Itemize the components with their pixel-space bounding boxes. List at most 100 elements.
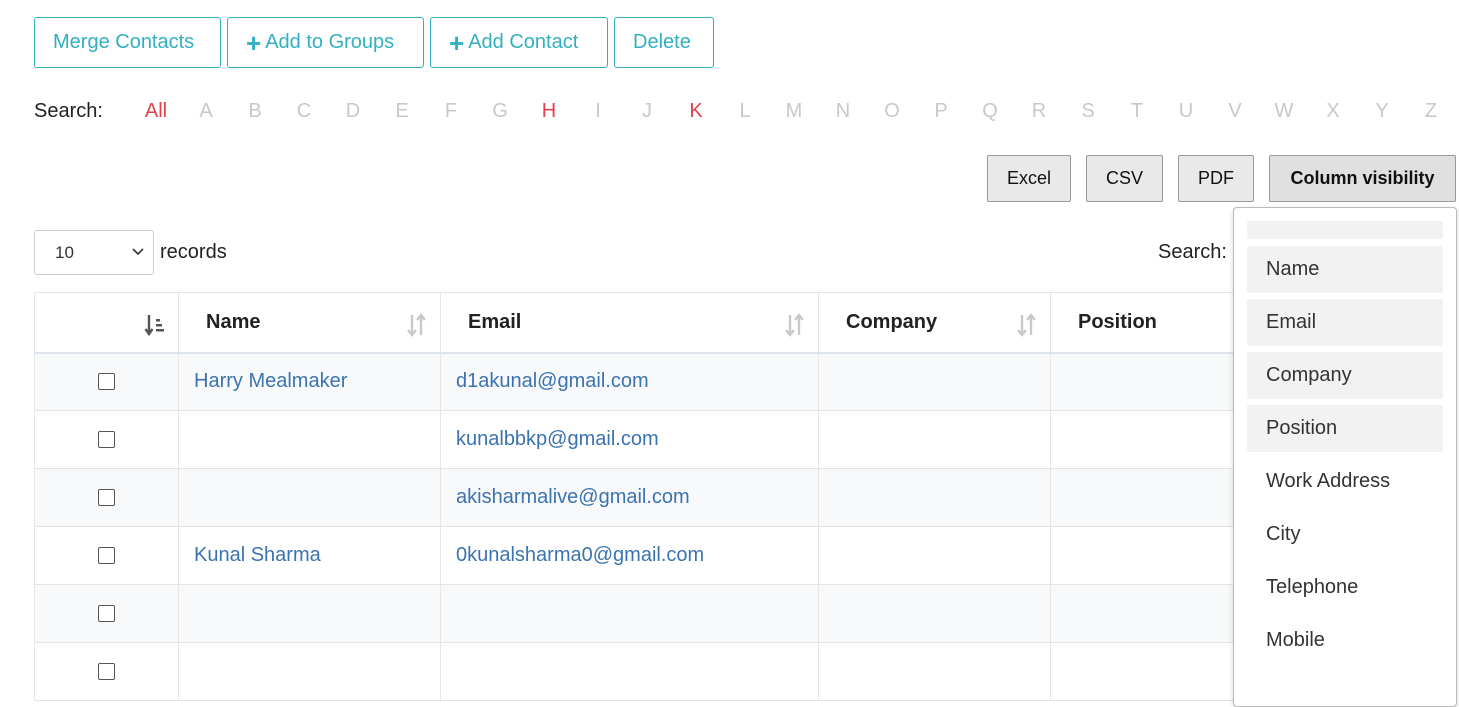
alphabet-filter-j[interactable]: J — [635, 100, 659, 123]
alphabet-filter-f[interactable]: F — [439, 100, 463, 123]
cell-company — [818, 352, 1051, 411]
row-select-checkbox[interactable] — [98, 431, 115, 449]
alphabet-search-label: Search: — [34, 100, 103, 122]
csv-export-button[interactable]: CSV — [1086, 155, 1163, 202]
column-header-email-label: Email — [468, 310, 522, 333]
colvis-item-name[interactable]: Name — [1247, 246, 1443, 293]
sort-ascending-icon — [144, 315, 164, 337]
alphabet-filter-h[interactable]: H — [537, 100, 561, 123]
sort-icon — [1017, 313, 1036, 337]
table-row — [34, 642, 1271, 701]
select-column-header[interactable] — [34, 292, 179, 354]
cell-company — [818, 410, 1051, 469]
table-row — [34, 584, 1271, 643]
alphabet-filter-n[interactable]: N — [831, 100, 855, 123]
alphabet-filter: Search: All A B C D E F G H I J K L M N O P Q R S T U V W X Y Z — [34, 100, 1444, 126]
cell-name[interactable]: Kunal Sharma — [178, 526, 441, 585]
cell-email[interactable]: 0kunalsharma0@gmail.com — [440, 526, 819, 585]
alphabet-filter-i[interactable]: I — [586, 100, 610, 123]
add-to-groups-label: Add to Groups — [265, 31, 395, 53]
colvis-item-position[interactable]: Position — [1247, 405, 1443, 452]
alphabet-filter-k[interactable]: K — [684, 100, 708, 123]
plus-icon: + — [246, 27, 262, 58]
alphabet-filter-g[interactable]: G — [488, 100, 512, 123]
alphabet-filter-all[interactable]: All — [144, 100, 168, 123]
row-select-cell — [34, 352, 179, 411]
column-header-company-label: Company — [846, 310, 938, 333]
table-search-label: Search: — [1158, 241, 1227, 263]
alphabet-filter-e[interactable]: E — [390, 100, 414, 123]
alphabet-filter-b[interactable]: B — [243, 100, 267, 123]
row-select-checkbox[interactable] — [98, 547, 115, 565]
colvis-item-work-address[interactable]: Work Address — [1247, 458, 1443, 505]
alphabet-filter-o[interactable]: O — [880, 100, 904, 123]
alphabet-filter-q[interactable]: Q — [978, 100, 1002, 123]
cell-email[interactable]: akisharmalive@gmail.com — [440, 468, 819, 527]
cell-email[interactable] — [440, 584, 819, 643]
row-select-checkbox[interactable] — [98, 489, 115, 507]
excel-export-label: Excel — [1006, 168, 1051, 188]
alphabet-filter-m[interactable]: M — [782, 100, 806, 123]
cell-email[interactable]: d1akunal@gmail.com — [440, 352, 819, 411]
cell-company — [818, 584, 1051, 643]
cell-email[interactable]: kunalbbkp@gmail.com — [440, 410, 819, 469]
row-select-cell — [34, 642, 179, 701]
cell-company — [818, 468, 1051, 527]
alphabet-filter-a[interactable]: A — [194, 100, 218, 123]
cell-name[interactable] — [178, 584, 441, 643]
colvis-item-city[interactable]: City — [1247, 511, 1443, 558]
cell-company — [818, 526, 1051, 585]
alphabet-filter-x[interactable]: X — [1321, 100, 1345, 123]
alphabet-filter-v[interactable]: V — [1223, 100, 1247, 123]
action-toolbar: Merge Contacts + Add to Groups + Add Con… — [34, 17, 714, 68]
row-select-checkbox[interactable] — [98, 373, 115, 391]
alphabet-filter-u[interactable]: U — [1174, 100, 1198, 123]
alphabet-filter-d[interactable]: D — [341, 100, 365, 123]
menu-top-spacer — [1247, 221, 1443, 239]
column-header-name[interactable]: Name — [178, 292, 441, 354]
add-to-groups-button[interactable]: + Add to Groups — [227, 17, 424, 68]
plus-icon: + — [449, 27, 465, 58]
records-per-page-select[interactable]: 10 — [34, 230, 154, 275]
alphabet-filter-l[interactable]: L — [733, 100, 757, 123]
alphabet-filter-s[interactable]: S — [1076, 100, 1100, 123]
merge-contacts-label: Merge Contacts — [53, 31, 195, 53]
cell-name[interactable] — [178, 468, 441, 527]
colvis-item-email[interactable]: Email — [1247, 299, 1443, 346]
delete-label: Delete — [633, 31, 691, 53]
colvis-item-mobile[interactable]: Mobile — [1247, 617, 1443, 664]
row-select-cell — [34, 584, 179, 643]
alphabet-filter-c[interactable]: C — [292, 100, 316, 123]
records-per-page-value: 10 — [55, 242, 74, 262]
table-header-row: Name Email Company Position — [34, 292, 1271, 354]
row-select-checkbox[interactable] — [98, 663, 115, 681]
column-header-name-label: Name — [206, 310, 261, 333]
alphabet-filter-w[interactable]: W — [1272, 100, 1296, 123]
colvis-item-telephone[interactable]: Telephone — [1247, 564, 1443, 611]
cell-email[interactable] — [440, 642, 819, 701]
alphabet-filter-r[interactable]: R — [1027, 100, 1051, 123]
delete-button[interactable]: Delete — [614, 17, 714, 68]
cell-name[interactable] — [178, 642, 441, 701]
pdf-export-label: PDF — [1198, 168, 1234, 188]
excel-export-button[interactable]: Excel — [987, 155, 1071, 202]
colvis-item-company[interactable]: Company — [1247, 352, 1443, 399]
pdf-export-button[interactable]: PDF — [1178, 155, 1254, 202]
cell-company — [818, 642, 1051, 701]
cell-name[interactable] — [178, 410, 441, 469]
add-contact-label: Add Contact — [468, 31, 579, 53]
alphabet-filter-y[interactable]: Y — [1370, 100, 1394, 123]
column-header-company[interactable]: Company — [818, 292, 1051, 354]
contacts-table: Name Email Company Position Harry Mealma… — [34, 292, 1271, 701]
merge-contacts-button[interactable]: Merge Contacts — [34, 17, 221, 68]
row-select-checkbox[interactable] — [98, 605, 115, 623]
column-header-email[interactable]: Email — [440, 292, 819, 354]
add-contact-button[interactable]: + Add Contact — [430, 17, 608, 68]
alphabet-filter-t[interactable]: T — [1125, 100, 1149, 123]
sort-icon — [785, 313, 804, 337]
cell-name[interactable]: Harry Mealmaker — [178, 352, 441, 411]
alphabet-filter-p[interactable]: P — [929, 100, 953, 123]
table-row: Kunal Sharma 0kunalsharma0@gmail.com — [34, 526, 1271, 585]
column-visibility-button[interactable]: Column visibility — [1269, 155, 1456, 202]
alphabet-filter-z[interactable]: Z — [1419, 100, 1443, 123]
